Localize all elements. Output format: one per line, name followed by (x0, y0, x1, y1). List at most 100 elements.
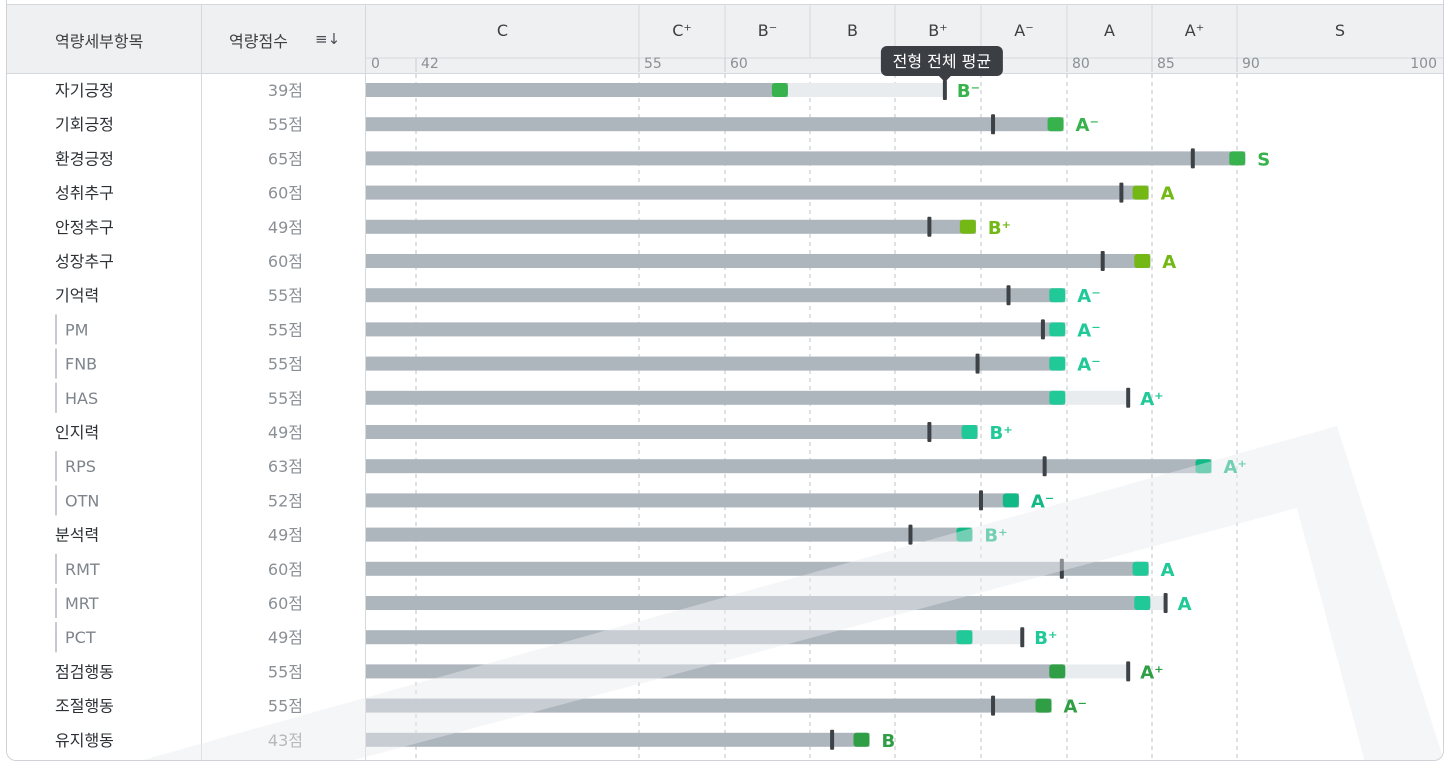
score-end-cap (1134, 596, 1151, 610)
average-marker (975, 353, 980, 374)
grade-label: B⁺ (990, 423, 1013, 444)
grade-label: A (1178, 594, 1192, 615)
average-marker (1119, 182, 1124, 203)
score-end-cap (1049, 288, 1066, 303)
row-score: 49점 (268, 218, 303, 237)
grade-label: A⁺ (1140, 389, 1163, 410)
row-score: 49점 (268, 526, 303, 545)
average-gap-bar (787, 83, 945, 97)
row-score: 52점 (268, 491, 303, 510)
score-end-cap (961, 425, 978, 439)
score-bar (1044, 459, 1212, 474)
row-score: 55점 (268, 662, 303, 681)
tick-label: 55 (644, 56, 662, 72)
average-marker (1126, 387, 1131, 408)
grade-header-label: B⁺ (928, 21, 947, 40)
average-marker (830, 729, 835, 750)
row-name: 분석력 (55, 526, 99, 545)
score-end-cap (1134, 254, 1151, 268)
grade-header-label: C (497, 21, 508, 40)
score-end-cap (1229, 151, 1246, 166)
tick-label: 90 (1242, 56, 1260, 72)
average-marker (1040, 319, 1045, 340)
score-bar (366, 390, 1066, 405)
grade-label: A⁻ (1077, 355, 1100, 376)
tick-label: 60 (730, 56, 748, 72)
score-end-cap (956, 630, 973, 645)
row-score: 60점 (268, 560, 303, 579)
average-gap-bar (1150, 596, 1166, 610)
score-bar (366, 254, 1103, 268)
average-marker (927, 422, 932, 442)
row-name: 조절행동 (55, 697, 114, 716)
grade-label: A (1162, 252, 1176, 273)
average-marker (927, 216, 932, 237)
row-name: RMT (65, 560, 100, 579)
grade-label: A⁺ (1140, 662, 1163, 683)
tick-label: 100 (1410, 56, 1437, 72)
row-score: 60점 (268, 184, 303, 203)
row-score: 55점 (268, 355, 303, 374)
tooltip-arrow (938, 76, 951, 82)
average-marker (1006, 285, 1011, 306)
score-bar (366, 664, 1066, 679)
score-end-cap (1035, 698, 1052, 713)
row-name: 환경긍정 (55, 149, 114, 168)
grade-label: B⁺ (984, 526, 1007, 547)
grade-header-label: A⁺ (1185, 21, 1204, 40)
score-bar (366, 425, 930, 439)
grade-label: B⁻ (957, 81, 980, 102)
grade-label: B⁺ (988, 218, 1011, 239)
average-marker (1020, 627, 1025, 648)
row-name: MRT (65, 594, 99, 613)
tick-label: 0 (371, 56, 380, 72)
score-bar (366, 698, 994, 713)
row-score: 63점 (268, 457, 303, 476)
row-score: 39점 (268, 81, 303, 100)
row-name: 기회긍정 (55, 115, 114, 134)
score-end-cap (1002, 493, 1019, 508)
average-marker (942, 80, 947, 100)
score-bar (366, 322, 1043, 337)
row-name: FNB (65, 355, 97, 374)
grade-label: S (1257, 149, 1270, 170)
score-end-cap (956, 527, 973, 542)
average-gap-bar (1065, 664, 1129, 679)
average-gap-bar (972, 630, 1023, 645)
average-marker (1126, 661, 1131, 682)
row-score: 55점 (268, 115, 303, 134)
score-end-cap (1195, 459, 1212, 474)
score-bar (366, 117, 994, 132)
score-end-cap (1132, 185, 1149, 200)
grade-label: B (882, 731, 896, 752)
tooltip-text: 전형 전체 평균 (893, 52, 992, 71)
chart-svg: CC⁺B⁻BB⁺A⁻AA⁺S042556075808590100자기긍정39점B… (55, 4, 1443, 760)
score-end-cap (959, 219, 976, 234)
tick-label: 42 (421, 56, 439, 72)
score-bar (366, 288, 1009, 303)
row-name: 성장추구 (55, 252, 114, 271)
grade-label: A (1161, 560, 1175, 581)
score-end-cap (853, 732, 870, 747)
row-name: RPS (65, 457, 96, 476)
score-bar (366, 185, 1122, 200)
grade-label: A⁻ (1031, 491, 1054, 512)
row-name: OTN (65, 491, 99, 510)
row-name: 유지행동 (55, 731, 114, 750)
row-name: 성취추구 (55, 184, 114, 203)
grade-label: A⁻ (1077, 320, 1100, 341)
row-name: 자기긍정 (55, 81, 114, 100)
tick-label: 80 (1072, 56, 1090, 72)
score-bar (366, 459, 1045, 474)
score-bar (366, 732, 833, 747)
score-bar (366, 561, 1062, 576)
average-gap-bar (1065, 390, 1129, 405)
score-bar (366, 356, 978, 371)
row-name: HAS (65, 389, 98, 408)
score-bar (366, 493, 981, 508)
average-marker (1190, 148, 1195, 169)
row-name: PCT (65, 628, 96, 647)
grade-label: A⁻ (1076, 115, 1099, 136)
score-end-cap (1049, 664, 1066, 679)
score-bar (366, 596, 1151, 610)
